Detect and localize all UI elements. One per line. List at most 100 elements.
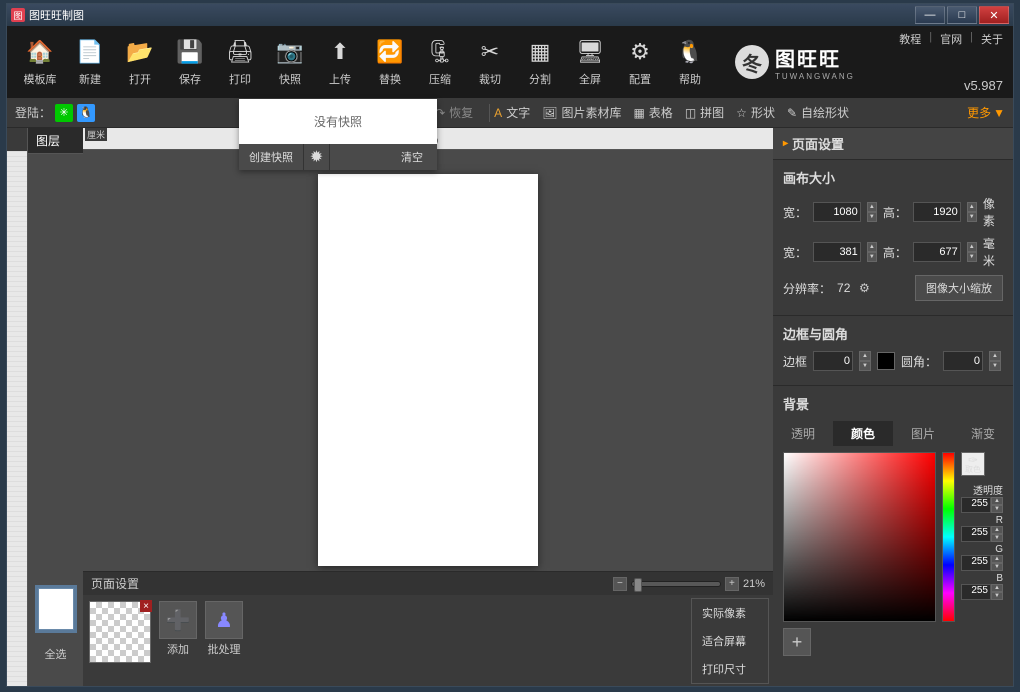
dpi-settings-icon[interactable]: ⚙	[856, 280, 872, 296]
new-button[interactable]: 📄新建	[65, 32, 115, 92]
redo-button[interactable]: ↷恢复	[435, 104, 473, 121]
add-swatch-button[interactable]: +	[783, 628, 811, 656]
bg-tab-color[interactable]: 颜色	[833, 421, 893, 446]
freehand-shape-button[interactable]: ✎自绘形状	[787, 104, 849, 121]
zoom-percent: 21%	[743, 578, 765, 590]
zoom-in-button[interactable]: +	[725, 577, 739, 591]
fullscreen-button[interactable]: 🖥全屏	[565, 32, 615, 92]
opacity-input[interactable]: 255	[961, 497, 991, 513]
page-thumbnail[interactable]: ×	[89, 601, 151, 663]
template-lib-button[interactable]: 🏠模板库	[15, 32, 65, 92]
help-icon: 🐧	[675, 37, 705, 67]
fullscreen-icon: 🖥	[575, 37, 605, 67]
titlebar[interactable]: 图 图旺旺制图 — □ ✕	[7, 4, 1013, 26]
r-input[interactable]: 255	[961, 526, 991, 542]
link-tutorial[interactable]: 教程	[899, 31, 921, 47]
border-color-well[interactable]	[877, 352, 895, 370]
border-input[interactable]: 0	[813, 351, 853, 371]
height-mm-input[interactable]: 677	[913, 242, 961, 262]
more-button[interactable]: 更多▼	[967, 104, 1005, 121]
snapshot-settings-icon[interactable]: ✹	[304, 144, 330, 170]
zoom-context-menu: 实际像素 适合屏幕 打印尺寸	[691, 598, 769, 684]
logo-icon: 冬	[735, 45, 769, 79]
pages-bar: 页面设置 − + 21% × ➕ 添加	[83, 571, 773, 686]
batch-process-button[interactable]: ♟ 批处理	[205, 601, 243, 657]
compress-button[interactable]: 🗜压缩	[415, 32, 465, 92]
save-button[interactable]: 💾保存	[165, 32, 215, 92]
height-px-input[interactable]: 1920	[913, 202, 961, 222]
help-button[interactable]: 🐧帮助	[665, 32, 715, 92]
height-px-up[interactable]: ▲	[967, 202, 977, 212]
upload-icon: ⬆	[325, 37, 355, 67]
properties-panel: ▸ 页面设置 画布大小 宽： 1080 ▲▼ 高： 1920 ▲▼ 像素 宽： …	[773, 128, 1013, 686]
window-maximize-button[interactable]: □	[947, 6, 977, 24]
width-mm-up[interactable]: ▲	[867, 242, 877, 252]
link-about[interactable]: 关于	[981, 31, 1003, 47]
open-icon: 📂	[125, 37, 155, 67]
height-mm-up[interactable]: ▲	[967, 242, 977, 252]
replace-button[interactable]: 🔁替换	[365, 32, 415, 92]
ctx-actual-pixels[interactable]: 实际像素	[692, 599, 768, 627]
upload-button[interactable]: ⬆上传	[315, 32, 365, 92]
open-button[interactable]: 📂打开	[115, 32, 165, 92]
add-page-button[interactable]: ➕ 添加	[159, 601, 197, 657]
background-title: 背景	[783, 394, 1003, 413]
collage-button[interactable]: ◫拼图	[685, 104, 724, 121]
color-saturation-area[interactable]	[783, 452, 936, 622]
chevron-right-icon: ▸	[783, 138, 788, 149]
canvas[interactable]	[318, 174, 538, 566]
eyedropper-button[interactable]: ✑取色	[961, 452, 985, 476]
layer-thumbnail[interactable]	[38, 588, 74, 630]
replace-icon: 🔁	[375, 37, 405, 67]
login-label: 登陆：	[15, 104, 51, 121]
b-input[interactable]: 255	[961, 584, 991, 600]
bg-tab-image[interactable]: 图片	[893, 421, 953, 446]
settings-button[interactable]: ⚙配置	[615, 32, 665, 92]
layers-panel: 图层 全选	[28, 128, 83, 686]
width-mm-input[interactable]: 381	[813, 242, 861, 262]
zoom-out-button[interactable]: −	[613, 577, 627, 591]
create-snapshot-button[interactable]: 创建快照	[239, 144, 304, 170]
app-icon: 图	[11, 8, 25, 22]
width-px-input[interactable]: 1080	[813, 202, 861, 222]
table-button[interactable]: ▦表格	[633, 104, 672, 121]
image-resize-button[interactable]: 图像大小缩放	[915, 275, 1003, 301]
radius-input[interactable]: 0	[943, 351, 983, 371]
window-close-button[interactable]: ✕	[979, 6, 1009, 24]
width-mm-down[interactable]: ▼	[867, 252, 877, 262]
print-button[interactable]: 🖨打印	[215, 32, 265, 92]
height-mm-down[interactable]: ▼	[967, 252, 977, 262]
bg-tab-transparent[interactable]: 透明	[773, 421, 833, 446]
page-delete-button[interactable]: ×	[140, 600, 152, 612]
bg-tab-gradient[interactable]: 渐变	[953, 421, 1013, 446]
ctx-fit-screen[interactable]: 适合屏幕	[692, 627, 768, 655]
width-px-down[interactable]: ▼	[867, 212, 877, 222]
wechat-icon[interactable]: ✳	[55, 104, 73, 122]
zoom-slider[interactable]	[631, 581, 721, 587]
link-official[interactable]: 官网	[940, 31, 962, 47]
split-icon: ▦	[525, 37, 555, 67]
snapshot-empty-text: 没有快照	[239, 99, 437, 144]
height-px-down[interactable]: ▼	[967, 212, 977, 222]
top-links: 教程| 官网| 关于	[899, 31, 1003, 47]
properties-panel-title: ▸ 页面设置	[773, 128, 1013, 160]
hue-slider[interactable]	[942, 452, 955, 622]
split-button[interactable]: ▦分割	[515, 32, 565, 92]
version-label: v5.987	[964, 78, 1003, 93]
text-tool-button[interactable]: A文字	[494, 104, 530, 121]
qq-icon[interactable]: 🐧	[77, 104, 95, 122]
ctx-print-size[interactable]: 打印尺寸	[692, 655, 768, 683]
snapshot-button[interactable]: 📷快照	[265, 32, 315, 92]
clear-snapshots-button[interactable]: 清空	[387, 144, 437, 170]
image-library-button[interactable]: 🖼图片素材库	[542, 104, 621, 121]
app-title: 图旺旺制图	[29, 7, 84, 23]
width-px-up[interactable]: ▲	[867, 202, 877, 212]
dpi-value: 72	[837, 281, 850, 295]
window-minimize-button[interactable]: —	[915, 6, 945, 24]
select-all-button[interactable]: 全选	[28, 642, 83, 666]
shape-button[interactable]: ☆形状	[736, 104, 775, 121]
cut-button[interactable]: ✂裁切	[465, 32, 515, 92]
ruler-vertical	[7, 128, 28, 686]
canvas-size-title: 画布大小	[783, 168, 1003, 187]
g-input[interactable]: 255	[961, 555, 991, 571]
